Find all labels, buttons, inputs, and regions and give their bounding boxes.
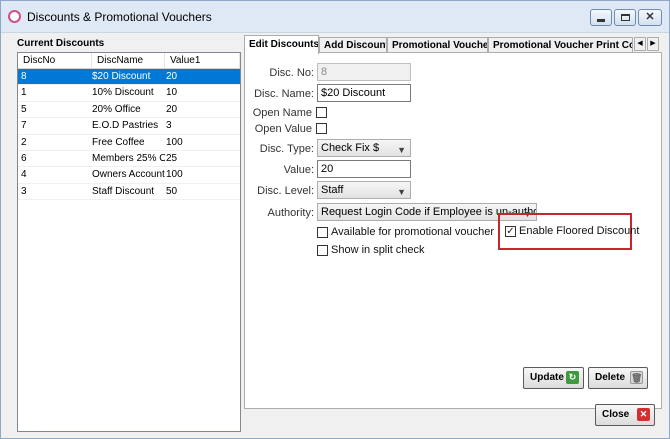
available-promo-checkbox[interactable] <box>317 227 328 238</box>
trash-icon: 🗑 <box>630 371 643 384</box>
tab-scroll-left-icon[interactable]: ◀ <box>634 37 646 51</box>
disc-type-label: Disc. Type: <box>259 143 314 155</box>
cell-value1: 100 <box>166 136 183 148</box>
tab-edit-discounts[interactable]: Edit Discounts <box>244 35 319 54</box>
cell-value1: 20 <box>166 103 178 115</box>
table-row[interactable]: 8 $20 Discount 20 <box>18 69 240 86</box>
maximize-icon <box>620 14 630 21</box>
column-header-discno[interactable]: DiscNo <box>18 53 92 68</box>
open-value-label: Open Value <box>254 123 312 135</box>
table-row[interactable]: 6 Members 25% Off 25 <box>18 151 240 168</box>
title-bar: Discounts & Promotional Vouchers ✕ <box>1 1 669 33</box>
disc-level-label: Disc. Level: <box>257 185 314 197</box>
minimize-button[interactable] <box>590 9 612 26</box>
table-row[interactable]: 3 Staff Discount 50 <box>18 184 240 201</box>
value-field[interactable]: 20 <box>317 160 411 178</box>
close-button[interactable]: Close ✕ <box>595 404 655 426</box>
disc-name-label: Disc. Name: <box>254 88 314 100</box>
cell-discno: 3 <box>21 185 27 197</box>
cell-value1: 25 <box>166 152 178 164</box>
disc-level-dropdown[interactable]: Staff ▼ <box>317 181 411 199</box>
enable-floored-checkbox[interactable]: ✓ <box>505 226 516 237</box>
cell-discno: 2 <box>21 136 27 148</box>
available-promo-label: Available for promotional voucher <box>331 226 495 238</box>
show-split-checkbox[interactable] <box>317 245 328 256</box>
table-row[interactable]: 1 10% Discount 10 <box>18 85 240 102</box>
open-name-checkbox[interactable] <box>316 107 327 118</box>
close-button-label: Close <box>602 409 630 420</box>
discounts-window: Discounts & Promotional Vouchers ✕ Curre… <box>0 0 670 439</box>
cell-value1: 20 <box>166 71 178 82</box>
delete-button[interactable]: Delete 🗑 <box>588 367 648 389</box>
cell-discname: Free Coffee <box>92 136 145 148</box>
enable-floored-label: Enable Floored Discount <box>519 225 640 237</box>
update-button-label: Update <box>530 372 564 383</box>
cell-discno: 1 <box>21 87 27 99</box>
tab-add-discount[interactable]: Add Discount <box>319 37 387 53</box>
disc-name-field[interactable]: $20 Discount <box>317 84 411 102</box>
cell-value1: 10 <box>166 87 178 99</box>
cell-discno: 8 <box>21 71 27 82</box>
cell-discno: 4 <box>21 169 27 181</box>
value-label: Value: <box>283 164 314 176</box>
cell-discname: E.O.D Pastries <box>92 120 159 132</box>
cell-value1: 3 <box>166 120 172 132</box>
chevron-down-icon: ▼ <box>397 145 406 155</box>
cell-discname: Owners Account <box>92 169 165 181</box>
cell-discname: $20 Discount <box>92 71 151 82</box>
update-button[interactable]: Update ↻ <box>523 367 584 389</box>
cell-discname: 10% Discount <box>92 87 154 99</box>
grid-body: 8 $20 Discount 20 1 10% Discount 10 5 20% Offic… <box>18 69 240 201</box>
open-value-checkbox[interactable] <box>316 123 327 134</box>
discounts-grid[interactable]: DiscNo DiscName Value1 8 $20 Discount 20 1 1… <box>17 52 241 432</box>
window-title: Discounts & Promotional Vouchers <box>27 10 212 24</box>
table-row[interactable]: 7 E.O.D Pastries 3 <box>18 118 240 135</box>
table-row[interactable]: 4 Owners Account 100 <box>18 167 240 184</box>
delete-button-label: Delete <box>595 372 626 383</box>
current-discounts-title: Current Discounts <box>17 38 105 49</box>
open-name-label: Open Name <box>252 107 312 119</box>
disc-level-value: Staff <box>321 184 344 196</box>
tab-promotional-voucher[interactable]: Promotional Voucher <box>387 37 488 53</box>
grid-header: DiscNo DiscName Value1 <box>18 53 240 69</box>
chevron-down-icon: ▼ <box>397 187 406 197</box>
minimize-icon <box>597 19 605 22</box>
authority-label: Authority: <box>267 207 314 219</box>
tab-promotional-voucher-print-config[interactable]: Promotional Voucher Print Confi <box>488 37 633 53</box>
cell-discno: 7 <box>21 120 27 132</box>
tab-strip: Edit Discounts Add Discount Promotional … <box>244 35 662 54</box>
window-close-button[interactable]: ✕ <box>638 9 662 26</box>
close-x-icon: ✕ <box>637 408 650 421</box>
app-icon <box>8 10 21 23</box>
disc-type-dropdown[interactable]: Check Fix $ ▼ <box>317 139 411 157</box>
disc-no-label: Disc. No: <box>269 67 314 79</box>
cell-discname: Staff Discount <box>92 185 155 197</box>
tab-scroll-right-icon[interactable]: ▶ <box>647 37 659 51</box>
cell-value1: 50 <box>166 185 178 197</box>
table-row[interactable]: 5 20% Office 20 <box>18 102 240 119</box>
cell-value1: 100 <box>166 169 183 181</box>
current-discounts-panel: Current Discounts DiscNo DiscName Value1… <box>11 34 243 432</box>
cell-discname: Members 25% Off <box>92 152 165 164</box>
close-icon: ✕ <box>645 11 655 23</box>
cell-discno: 6 <box>21 152 27 164</box>
column-header-value1[interactable]: Value1 <box>165 53 240 68</box>
maximize-button[interactable] <box>614 9 636 26</box>
column-header-discname[interactable]: DiscName <box>92 53 165 68</box>
disc-no-field: 8 <box>317 63 411 81</box>
table-row[interactable]: 2 Free Coffee 100 <box>18 135 240 151</box>
disc-type-value: Check Fix $ <box>321 142 380 154</box>
cell-discno: 5 <box>21 103 27 115</box>
cell-discname: 20% Office <box>92 103 141 115</box>
show-split-label: Show in split check <box>331 244 425 256</box>
refresh-icon: ↻ <box>566 371 579 384</box>
